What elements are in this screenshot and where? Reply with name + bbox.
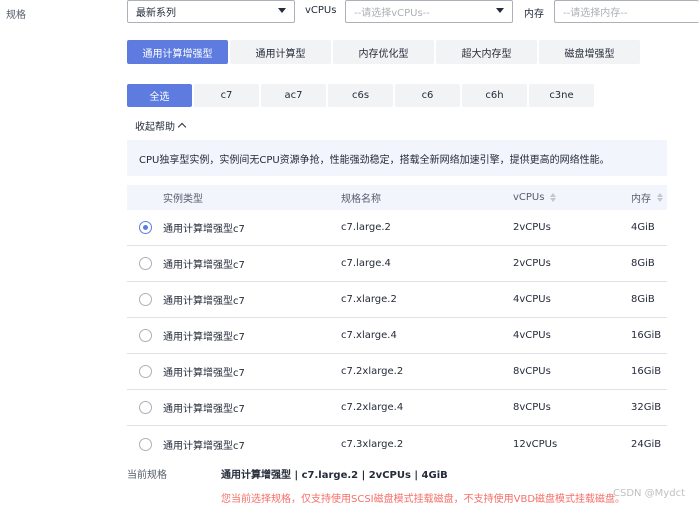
cell-vcpu: 8vCPUs: [513, 366, 551, 377]
row-radio[interactable]: [138, 437, 152, 451]
table-row[interactable]: 通用计算增强型c7 c7.2xlarge.2 8vCPUs 16GiB: [127, 354, 667, 390]
cell-type: 通用计算增强型c7: [163, 224, 245, 235]
chip-c6[interactable]: c6: [395, 84, 460, 107]
tab-general-enhanced[interactable]: 通用计算增强型: [127, 40, 228, 64]
cell-name: c7.large.2: [341, 222, 391, 233]
vcpu-label: vCPUs: [305, 5, 337, 16]
table-row[interactable]: 通用计算增强型c7 c7.large.2 2vCPUs 4GiB: [127, 210, 667, 246]
cell-vcpu: 4vCPUs: [513, 294, 551, 305]
header-vcpu[interactable]: vCPUs: [513, 192, 631, 203]
cell-name: c7.2xlarge.2: [341, 366, 404, 377]
header-name: 规格名称: [341, 194, 381, 205]
cell-mem: 24GiB: [631, 438, 662, 450]
chip-c3ne[interactable]: c3ne: [529, 84, 594, 107]
watermark: CSDN @Mydct: [612, 488, 685, 499]
cell-name: c7.xlarge.2: [341, 294, 397, 305]
chip-c7[interactable]: c7: [194, 84, 259, 107]
tab-memory-optimized[interactable]: 内存优化型: [333, 40, 434, 64]
warning-text: 您当前选择规格，仅支持使用SCSI磁盘模式挂载磁盘，不支持使用VBD磁盘模式挂载…: [221, 494, 626, 505]
instance-family-tabs: 通用计算增强型 通用计算型 内存优化型 超大内存型 磁盘增强型: [127, 40, 642, 64]
cell-mem: 4GiB: [631, 222, 655, 233]
cell-type: 通用计算增强型c7: [163, 368, 245, 379]
table-header: 实例类型 规格名称 vCPUs 内存: [127, 185, 667, 210]
row-radio[interactable]: [138, 365, 152, 378]
chevron-down-icon: [496, 8, 504, 13]
sort-icon[interactable]: [657, 193, 663, 202]
current-spec-label: 当前规格: [127, 470, 167, 481]
chip-select-all[interactable]: 全选: [127, 84, 192, 107]
header-mem-label: 内存: [631, 194, 651, 205]
chevron-down-icon: [278, 8, 286, 13]
help-toggle[interactable]: 收起帮助: [135, 118, 187, 133]
help-toggle-label: 收起帮助: [135, 122, 175, 133]
series-select[interactable]: 最新系列: [127, 0, 295, 23]
table-row[interactable]: 通用计算增强型c7 c7.2xlarge.4 8vCPUs 32GiB: [127, 390, 667, 426]
header-type: 实例类型: [163, 194, 203, 205]
help-box: CPU独享型实例，实例间无CPU资源争抢，性能强劲稳定，搭载全新网络加速引擎，提…: [127, 140, 667, 176]
chip-c6s[interactable]: c6s: [328, 84, 393, 107]
chip-c6h[interactable]: c6h: [462, 84, 527, 107]
cell-mem: 8GiB: [631, 294, 655, 305]
cell-vcpu: 4vCPUs: [513, 330, 551, 341]
header-vcpu-label: vCPUs: [513, 192, 545, 203]
mem-select-placeholder: --请选择内存--: [563, 8, 628, 19]
table-row[interactable]: 通用计算增强型c7 c7.3xlarge.2 12vCPUs 24GiB: [127, 426, 667, 462]
row-radio[interactable]: [138, 221, 152, 234]
cell-mem: 16GiB: [631, 330, 662, 341]
table-row[interactable]: 通用计算增强型c7 c7.xlarge.4 4vCPUs 16GiB: [127, 318, 667, 354]
help-text: CPU独享型实例，实例间无CPU资源争抢，性能强劲稳定，搭载全新网络加速引擎，提…: [139, 154, 610, 166]
mem-select[interactable]: --请选择内存--: [554, 0, 699, 23]
cell-type: 通用计算增强型c7: [163, 260, 245, 271]
table-row[interactable]: 通用计算增强型c7 c7.xlarge.2 4vCPUs 8GiB: [127, 282, 667, 318]
chip-ac7[interactable]: ac7: [261, 84, 326, 107]
row-radio[interactable]: [138, 401, 152, 414]
cell-mem: 8GiB: [631, 258, 655, 269]
header-mem[interactable]: 内存: [631, 190, 667, 205]
row-radio[interactable]: [138, 329, 152, 342]
tab-disk-enhanced[interactable]: 磁盘增强型: [539, 40, 640, 64]
mem-label: 内存: [524, 9, 544, 20]
spec-label: 规格: [6, 10, 26, 21]
cell-type: 通用计算增强型c7: [163, 296, 245, 307]
cell-vcpu: 2vCPUs: [513, 222, 551, 233]
row-radio[interactable]: [138, 257, 152, 270]
cell-vcpu: 8vCPUs: [513, 402, 551, 413]
row-radio[interactable]: [138, 293, 152, 306]
series-chips: 全选 c7 ac7 c6s c6 c6h c3ne: [127, 84, 596, 107]
cell-name: c7.2xlarge.4: [341, 402, 404, 413]
series-select-value: 最新系列: [136, 8, 176, 19]
cell-type: 通用计算增强型c7: [163, 332, 245, 343]
sort-icon[interactable]: [550, 193, 557, 202]
cell-name: c7.xlarge.4: [341, 330, 397, 341]
cell-mem: 32GiB: [631, 402, 662, 413]
current-spec-value: 通用计算增强型 | c7.large.2 | 2vCPUs | 4GiB: [221, 470, 448, 481]
cell-name: c7.large.4: [341, 258, 391, 269]
cell-mem: 16GiB: [631, 366, 662, 377]
tab-general[interactable]: 通用计算型: [230, 40, 331, 64]
vcpu-select[interactable]: --请选择vCPUs--: [345, 0, 513, 23]
cell-vcpu: 2vCPUs: [513, 258, 551, 269]
vcpu-select-placeholder: --请选择vCPUs--: [354, 8, 430, 19]
table-row[interactable]: 通用计算增强型c7 c7.large.4 2vCPUs 8GiB: [127, 246, 667, 282]
cell-type: 通用计算增强型c7: [163, 440, 245, 452]
flavor-table: 实例类型 规格名称 vCPUs 内存 通用计算增强型c7 c7.large.2 …: [127, 185, 667, 462]
chevron-up-icon: [177, 122, 187, 132]
tab-large-memory[interactable]: 超大内存型: [436, 40, 537, 64]
cell-name: c7.3xlarge.2: [341, 438, 404, 450]
cell-type: 通用计算增强型c7: [163, 404, 245, 415]
cell-vcpu: 12vCPUs: [513, 438, 558, 450]
